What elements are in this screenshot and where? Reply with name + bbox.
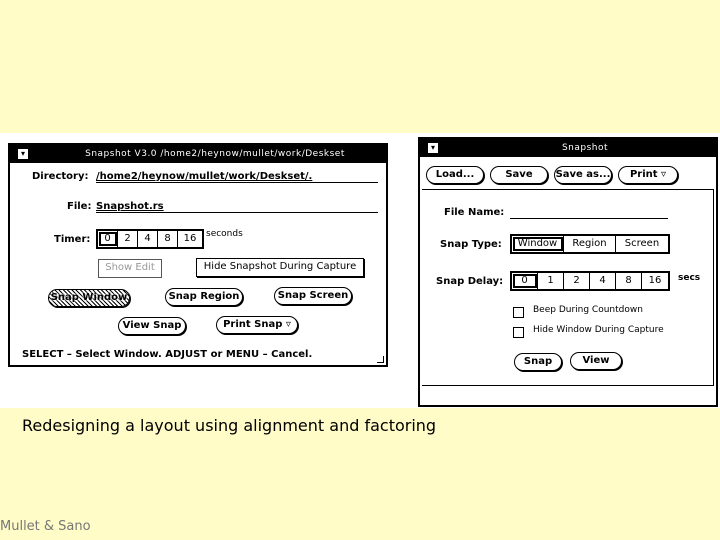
- redesigned-snapshot-window: ▾ Snapshot Load... Save Save as... Print…: [418, 137, 718, 407]
- hide-window-label: Hide Window During Capture: [533, 325, 664, 335]
- snap-type-label: Snap Type:: [440, 239, 502, 250]
- snap-type-option[interactable]: Region: [564, 236, 616, 252]
- timer-option[interactable]: 8: [158, 231, 178, 247]
- timer-option[interactable]: 2: [118, 231, 138, 247]
- file-name-field[interactable]: [510, 207, 668, 219]
- view-button[interactable]: View: [570, 352, 622, 370]
- snap-delay-selector: 0 1 2 4 8 16: [510, 271, 670, 291]
- hide-snapshot-toggle[interactable]: Hide Snapshot During Capture: [196, 258, 364, 277]
- file-name-label: File Name:: [444, 207, 505, 218]
- timer-label: Timer:: [54, 234, 91, 245]
- print-button[interactable]: Print ▿: [618, 166, 678, 184]
- beep-checkbox[interactable]: [513, 307, 524, 318]
- beep-label: Beep During Countdown: [533, 305, 643, 315]
- window-menu-icon[interactable]: ▾: [428, 143, 438, 153]
- print-snap-button[interactable]: Print Snap ▿: [216, 316, 298, 334]
- snap-delay-option[interactable]: 16: [642, 273, 668, 289]
- snap-type-selector: Window Region Screen: [510, 234, 670, 254]
- load-button[interactable]: Load...: [426, 166, 484, 184]
- window-title: Snapshot V3.0 /home2/heynow/mullet/work/…: [85, 149, 345, 159]
- snap-screen-button[interactable]: Snap Screen: [274, 287, 352, 305]
- directory-value: /home2/heynow/mullet/work/Deskset/.: [96, 171, 313, 182]
- snap-window-button[interactable]: Snap Window: [48, 289, 130, 307]
- file-field[interactable]: Snapshot.rs: [96, 201, 378, 213]
- snap-delay-option[interactable]: 2: [564, 273, 590, 289]
- timer-option[interactable]: 4: [138, 231, 158, 247]
- slide-caption: Redesigning a layout using alignment and…: [22, 416, 437, 435]
- hide-window-checkbox[interactable]: [513, 327, 524, 338]
- snap-delay-option[interactable]: 4: [590, 273, 616, 289]
- directory-field[interactable]: /home2/heynow/mullet/work/Deskset/.: [96, 171, 378, 183]
- view-snap-button[interactable]: View Snap: [118, 317, 186, 335]
- title-bar: ▾ Snapshot V3.0 /home2/heynow/mullet/wor…: [10, 145, 386, 163]
- title-bar: ▾ Snapshot: [420, 139, 716, 157]
- status-footer: SELECT – Select Window. ADJUST or MENU –…: [22, 349, 313, 360]
- save-as-button[interactable]: Save as...: [554, 166, 612, 184]
- snap-region-button[interactable]: Snap Region: [165, 288, 243, 306]
- directory-label: Directory:: [32, 171, 89, 182]
- window-title: Snapshot: [561, 143, 609, 153]
- snap-button[interactable]: Snap: [514, 353, 562, 371]
- resize-corner[interactable]: [377, 356, 384, 363]
- snap-delay-unit: secs: [678, 273, 701, 283]
- timer-option[interactable]: 0: [98, 231, 118, 247]
- slide-credit: Mullet & Sano: [0, 519, 91, 534]
- file-value: Snapshot.rs: [96, 201, 164, 212]
- timer-selector: 0 2 4 8 16: [96, 229, 204, 249]
- timer-option[interactable]: 16: [178, 231, 202, 247]
- snap-type-option[interactable]: Screen: [616, 236, 668, 252]
- window-menu-icon[interactable]: ▾: [18, 149, 28, 159]
- file-label: File:: [67, 201, 92, 212]
- snap-delay-option[interactable]: 1: [538, 273, 564, 289]
- snap-type-option[interactable]: Window: [512, 236, 564, 252]
- snap-delay-label: Snap Delay:: [436, 276, 504, 287]
- timer-unit: seconds: [206, 229, 243, 239]
- snap-delay-option[interactable]: 8: [616, 273, 642, 289]
- save-button[interactable]: Save: [490, 166, 548, 184]
- snap-delay-option[interactable]: 0: [512, 273, 538, 289]
- show-edit-button[interactable]: Show Edit: [98, 259, 162, 278]
- original-snapshot-window: ▾ Snapshot V3.0 /home2/heynow/mullet/wor…: [8, 143, 388, 367]
